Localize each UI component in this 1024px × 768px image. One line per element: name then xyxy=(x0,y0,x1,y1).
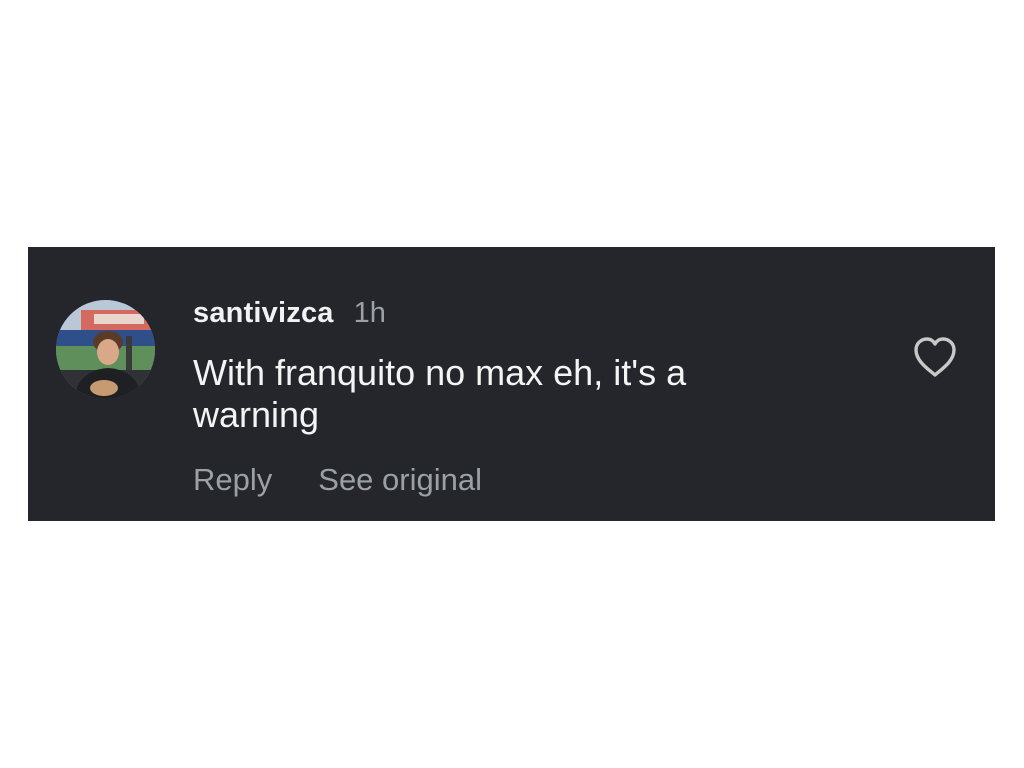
comment-actions: Reply See original xyxy=(193,462,482,498)
comment-text: With franquito no max eh, it's a warning xyxy=(193,352,753,436)
comment-text-line-1: With franquito no max eh, it's a xyxy=(193,352,687,393)
reply-button[interactable]: Reply xyxy=(193,462,272,498)
like-button[interactable] xyxy=(912,335,958,379)
timestamp: 1h xyxy=(353,297,386,329)
avatar[interactable] xyxy=(56,300,155,399)
comment-card: santivizca 1h With franquito no max eh, … xyxy=(28,247,995,521)
comment-text-line-2: warning xyxy=(193,394,320,435)
username[interactable]: santivizca xyxy=(193,297,334,330)
profile-photo-icon xyxy=(56,300,155,399)
comment-header: santivizca 1h xyxy=(193,297,753,333)
comment-body: santivizca 1h With franquito no max eh, … xyxy=(193,297,753,436)
see-original-button[interactable]: See original xyxy=(318,462,482,498)
heart-outline-icon xyxy=(914,337,956,377)
